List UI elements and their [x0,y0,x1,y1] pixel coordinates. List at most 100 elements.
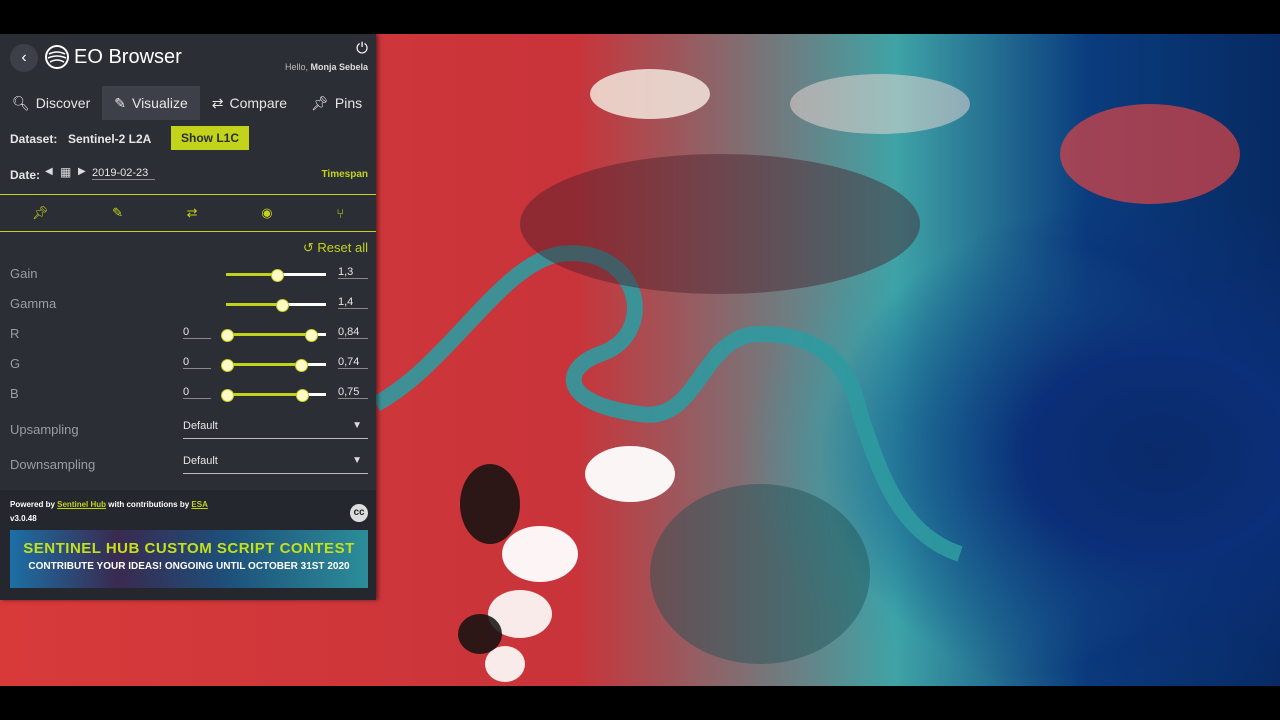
slider-knob[interactable] [276,299,289,312]
downsampling-select[interactable]: Default ▼ [183,455,368,474]
brush-icon: ✎ [114,94,126,111]
cloud-shadow [458,614,502,654]
slider-value-input[interactable]: 1,3 [338,266,368,279]
reset-label: Reset all [317,240,368,255]
slider-track-filled[interactable] [226,303,281,306]
eo-browser-logo-icon [45,45,69,69]
tab-compare[interactable]: ⇄ Compare [200,86,299,120]
slider-row-gamma: Gamma 1,4 [0,292,376,316]
user-greeting: Hello, Monja Sebela [285,62,368,72]
top-letterbox [0,0,1280,34]
tab-visualize[interactable]: ✎ Visualize [102,86,200,120]
show-l1c-button[interactable]: Show L1C [171,126,249,150]
slider-row-gain: Gain 1,3 [0,262,376,286]
tab-label: Pins [334,95,363,111]
visualize-toolbar: 📌︎ ✎ ⇄ ◉ ⑂ [0,194,376,232]
powered-by: Powered by Sentinel Hub with contributio… [10,500,208,509]
slider-track-filled[interactable] [226,363,300,366]
upsampling-row: Upsampling Default ▼ [0,416,376,444]
downsampling-row: Downsampling Default ▼ [0,451,376,479]
contest-banner[interactable]: SENTINEL HUB CUSTOM SCRIPT CONTEST CONTR… [10,530,368,588]
slider-label: R [10,326,20,341]
slider-label: Gain [10,266,38,281]
downsampling-value: Default [183,455,218,467]
tab-label: Compare [229,95,288,111]
slider-min-knob[interactable] [221,329,234,342]
brush-icon[interactable]: ✎ [112,205,123,221]
slider-min-knob[interactable] [221,389,234,402]
date-label: Date: [10,168,41,182]
tab-label: Visualize [131,95,188,111]
app-title: EO Browser [74,46,182,68]
slider-min-knob[interactable] [221,359,234,372]
chevron-down-icon: ▼ [352,455,362,466]
date-input[interactable]: 2019-02-23 [92,167,155,180]
upsampling-select[interactable]: Default ▼ [183,420,368,439]
upsampling-label: Upsampling [10,422,79,437]
pin-icon: 📌︎ [311,94,329,111]
slider-row-r: R 0 0,84 [0,322,376,346]
slider-knob[interactable] [295,359,308,372]
slider-value-input[interactable]: 1,4 [338,296,368,309]
power-icon[interactable]: ⏻ [356,40,368,57]
pin-icon[interactable]: 📌︎ [32,205,49,221]
compare-icon: ⇄ [211,94,224,111]
slider-knob[interactable] [296,389,309,402]
dataset-label: Dataset: [10,132,58,146]
slider-label: G [10,356,21,371]
banner-subtitle: CONTRIBUTE YOUR IDEAS! ONGOING UNTIL OCT… [28,561,350,572]
calendar-icon[interactable]: ▦ [60,165,71,179]
chevron-left-icon: ‹ [21,49,27,66]
sentinel-hub-link[interactable]: Sentinel Hub [57,500,106,509]
slider-label: Gamma [10,296,57,311]
compare-icon[interactable]: ⇄ [187,205,198,221]
slider-track-filled[interactable] [226,393,301,396]
slider-value-input[interactable]: 0,84 [338,326,368,339]
upsampling-value: Default [183,420,218,432]
cloud [485,646,525,682]
chevron-down-icon: ▼ [352,420,362,431]
slider-label: B [10,386,19,401]
cloud [502,526,578,582]
powered-text-a: Powered by [10,500,55,509]
user-name: Monja Sebela [310,62,368,72]
tab-discover[interactable]: 🔍︎ Discover [0,86,102,120]
panel-footer: Powered by Sentinel Hub with contributio… [0,490,376,600]
main-tabs: 🔍︎ Discover ✎ Visualize ⇄ Compare 📌︎ Pin… [0,86,376,120]
esa-link[interactable]: ESA [191,500,207,509]
slider-min-input[interactable]: 0 [183,356,211,369]
version: v3.0.48 [10,514,37,523]
undo-icon: ↺ [302,240,314,255]
slider-row-g: G 0 0,74 [0,352,376,376]
slider-track-filled[interactable] [226,273,276,276]
cloud-shadow [460,464,520,544]
slider-min-input[interactable]: 0 [183,386,211,399]
banner-title: SENTINEL HUB CUSTOM SCRIPT CONTEST [23,540,355,557]
dataset-row: Dataset: Sentinel-2 L2A Show L1C [0,120,376,156]
creative-commons-icon[interactable]: cc [350,504,368,522]
downsampling-label: Downsampling [10,457,96,472]
next-date-icon[interactable]: ▶ [78,166,86,177]
timespan-link[interactable]: Timespan [322,169,369,180]
side-panel: ‹ EO Browser ⏻ Hello, Monja Sebela 🔍︎ Di… [0,34,376,600]
back-button[interactable]: ‹ [10,44,38,72]
powered-text-b: with contributions by [108,500,190,509]
tab-pins[interactable]: 📌︎ Pins [299,86,374,120]
share-icon[interactable]: ⑂ [336,206,344,221]
slider-value-input[interactable]: 0,74 [338,356,368,369]
greeting-prefix: Hello, [284,62,308,72]
slider-value-input[interactable]: 0,75 [338,386,368,399]
dataset-value: Sentinel-2 L2A [68,132,152,146]
hide-eye-icon[interactable]: ◉ [261,205,272,221]
slider-track-filled[interactable] [226,333,310,336]
slider-min-input[interactable]: 0 [183,326,211,339]
prev-date-icon[interactable]: ◀ [45,166,53,177]
reset-all-button[interactable]: ↺ Reset all [303,240,368,256]
slider-knob[interactable] [271,269,284,282]
slider-knob[interactable] [305,329,318,342]
slider-row-b: B 0 0,75 [0,382,376,406]
tab-label: Discover [35,95,91,111]
panel-header: ‹ EO Browser ⏻ Hello, Monja Sebela [0,34,376,86]
bottom-letterbox [0,686,1280,720]
date-row: Date: ◀ ▦ ▶ 2019-02-23 Timespan [0,156,376,192]
